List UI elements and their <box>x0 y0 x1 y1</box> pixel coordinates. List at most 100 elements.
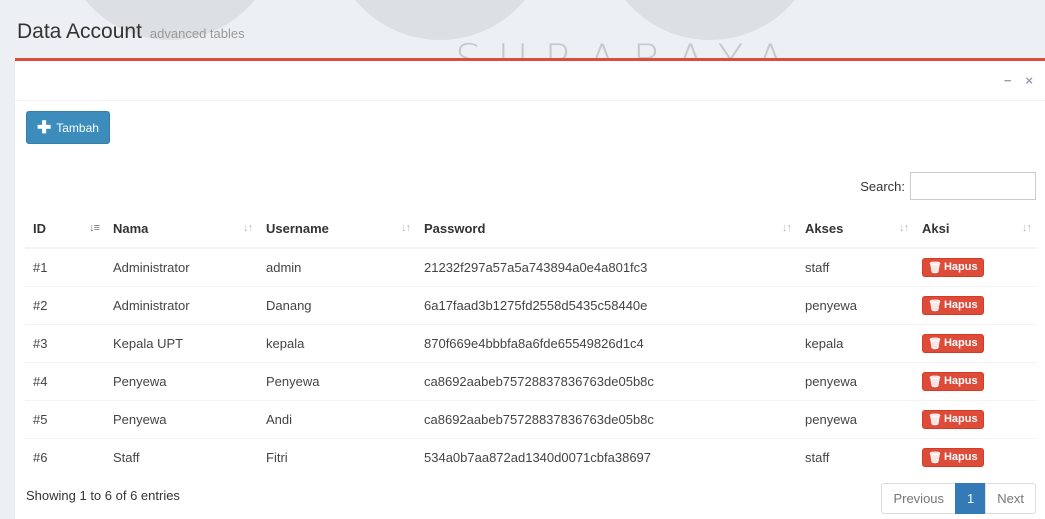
table-row: #1 Administrator admin 21232f297a57a5a74… <box>25 247 1037 286</box>
cell-username: kepala <box>258 323 416 362</box>
cell-password: 870f669e4bbbfa8a6fde65549826d1c4 <box>416 323 797 362</box>
watermark-shape <box>330 0 550 40</box>
column-header-akses[interactable]: Akses ↓↑ <box>797 210 914 249</box>
box-tools: − × <box>1004 73 1033 88</box>
column-label: Aksi <box>922 221 950 236</box>
table-info: Showing 1 to 6 of 6 entries <box>26 488 180 503</box>
cell-password: ca8692aabeb75728837836763de05b8c <box>416 399 797 438</box>
delete-button-label: Hapus <box>943 299 978 311</box>
column-header-id[interactable]: ID ↓≡ <box>25 210 105 249</box>
table-row: #3 Kepala UPT kepala 870f669e4bbbfa8a6fd… <box>25 323 1037 362</box>
box-header: − × <box>15 61 1045 101</box>
page-button-1[interactable]: 1 <box>955 483 987 514</box>
cell-username: Fitri <box>258 437 416 476</box>
cell-id: #6 <box>25 437 105 476</box>
cell-aksi: 🗑 Hapus <box>914 361 1037 400</box>
cell-id: #3 <box>25 323 105 362</box>
cell-id: #2 <box>25 285 105 324</box>
close-icon[interactable]: × <box>1025 73 1033 88</box>
cell-aksi: 🗑 Hapus <box>914 285 1037 324</box>
cell-password: 534a0b7aa872ad1340d0071cbfa38697 <box>416 437 797 476</box>
cell-akses: penyewa <box>797 399 914 438</box>
sort-icon: ↓↑ <box>782 222 792 234</box>
cell-aksi: 🗑 Hapus <box>914 437 1037 476</box>
table-header-row: ID ↓≡ Nama ↓↑ Username ↓↑ Password ↓↑ Ak… <box>25 210 1037 249</box>
trash-icon: 🗑 <box>928 375 942 388</box>
search-input[interactable] <box>910 172 1036 200</box>
page-subtitle: advanced tables <box>149 26 245 41</box>
cell-aksi: 🗑 Hapus <box>914 247 1037 286</box>
cell-akses: staff <box>797 437 914 476</box>
trash-icon: 🗑 <box>928 451 942 464</box>
cell-akses: penyewa <box>797 285 914 324</box>
add-button-label: Tambah <box>56 120 99 135</box>
minimize-icon[interactable]: − <box>1004 73 1012 88</box>
pagination: Previous 1 Next <box>881 483 1036 514</box>
cell-nama: Staff <box>105 437 258 476</box>
column-label: Username <box>266 221 329 236</box>
sort-asc-icon: ↓≡ <box>89 222 100 234</box>
sort-icon: ↓↑ <box>243 222 253 234</box>
column-label: ID <box>33 221 46 236</box>
delete-button[interactable]: 🗑 Hapus <box>922 409 984 429</box>
data-box: − × ✚ Tambah Search: ID ↓≡ Nama ↓↑ Usern… <box>15 58 1045 519</box>
cell-username: admin <box>258 247 416 286</box>
sort-icon: ↓↑ <box>899 222 909 234</box>
trash-icon: 🗑 <box>928 413 942 426</box>
table-row: #6 Staff Fitri 534a0b7aa872ad1340d0071cb… <box>25 437 1037 476</box>
cell-username: Danang <box>258 285 416 324</box>
table-row: #4 Penyewa Penyewa ca8692aabeb7572883783… <box>25 361 1037 400</box>
watermark-shape <box>600 0 820 40</box>
delete-button[interactable]: 🗑 Hapus <box>922 371 984 391</box>
delete-button-label: Hapus <box>943 413 978 425</box>
trash-icon: 🗑 <box>928 299 942 312</box>
trash-icon: 🗑 <box>928 261 942 274</box>
cell-id: #1 <box>25 247 105 286</box>
column-header-username[interactable]: Username ↓↑ <box>258 210 416 249</box>
cell-password: 6a17faad3b1275fd2558d5435c58440e <box>416 285 797 324</box>
delete-button-label: Hapus <box>943 375 978 387</box>
cell-id: #5 <box>25 399 105 438</box>
cell-aksi: 🗑 Hapus <box>914 399 1037 438</box>
cell-password: ca8692aabeb75728837836763de05b8c <box>416 361 797 400</box>
cell-nama: Administrator <box>105 247 258 286</box>
cell-akses: staff <box>797 247 914 286</box>
cell-akses: penyewa <box>797 361 914 400</box>
sort-icon: ↓↑ <box>401 222 411 234</box>
delete-button[interactable]: 🗑 Hapus <box>922 447 984 467</box>
column-header-password[interactable]: Password ↓↑ <box>416 210 797 249</box>
cell-password: 21232f297a57a5a743894a0e4a801fc3 <box>416 247 797 286</box>
cell-akses: kepala <box>797 323 914 362</box>
search-box: Search: <box>860 172 1036 200</box>
column-label: Nama <box>113 221 149 236</box>
column-label: Akses <box>805 221 844 236</box>
column-header-aksi[interactable]: Aksi ↓↑ <box>914 210 1037 249</box>
cell-nama: Penyewa <box>105 399 258 438</box>
page-title: Data Account <box>17 20 142 43</box>
table-row: #5 Penyewa Andi ca8692aabeb7572883783676… <box>25 399 1037 438</box>
cell-aksi: 🗑 Hapus <box>914 323 1037 362</box>
content-header: Data Account advanced tables <box>17 20 245 44</box>
trash-icon: 🗑 <box>928 337 942 350</box>
delete-button[interactable]: 🗑 Hapus <box>922 257 984 277</box>
cell-nama: Administrator <box>105 285 258 324</box>
delete-button-label: Hapus <box>943 451 978 464</box>
cell-username: Andi <box>258 399 416 438</box>
sort-icon: ↓↑ <box>1022 222 1032 234</box>
delete-button[interactable]: 🗑 Hapus <box>922 333 984 353</box>
table-row: #2 Administrator Danang 6a17faad3b1275fd… <box>25 285 1037 324</box>
delete-button-label: Hapus <box>943 337 978 349</box>
previous-button[interactable]: Previous <box>881 483 957 514</box>
next-button[interactable]: Next <box>985 483 1036 514</box>
delete-button-label: Hapus <box>943 261 978 274</box>
accounts-table: ID ↓≡ Nama ↓↑ Username ↓↑ Password ↓↑ Ak… <box>25 210 1037 476</box>
column-label: Password <box>424 221 486 236</box>
delete-button[interactable]: 🗑 Hapus <box>922 295 984 315</box>
cell-username: Penyewa <box>258 361 416 400</box>
search-label: Search: <box>860 178 905 194</box>
column-header-nama[interactable]: Nama ↓↑ <box>105 210 258 249</box>
add-button[interactable]: ✚ Tambah <box>26 111 110 144</box>
plus-icon: ✚ <box>37 118 52 137</box>
cell-id: #4 <box>25 361 105 400</box>
cell-nama: Kepala UPT <box>105 323 258 362</box>
